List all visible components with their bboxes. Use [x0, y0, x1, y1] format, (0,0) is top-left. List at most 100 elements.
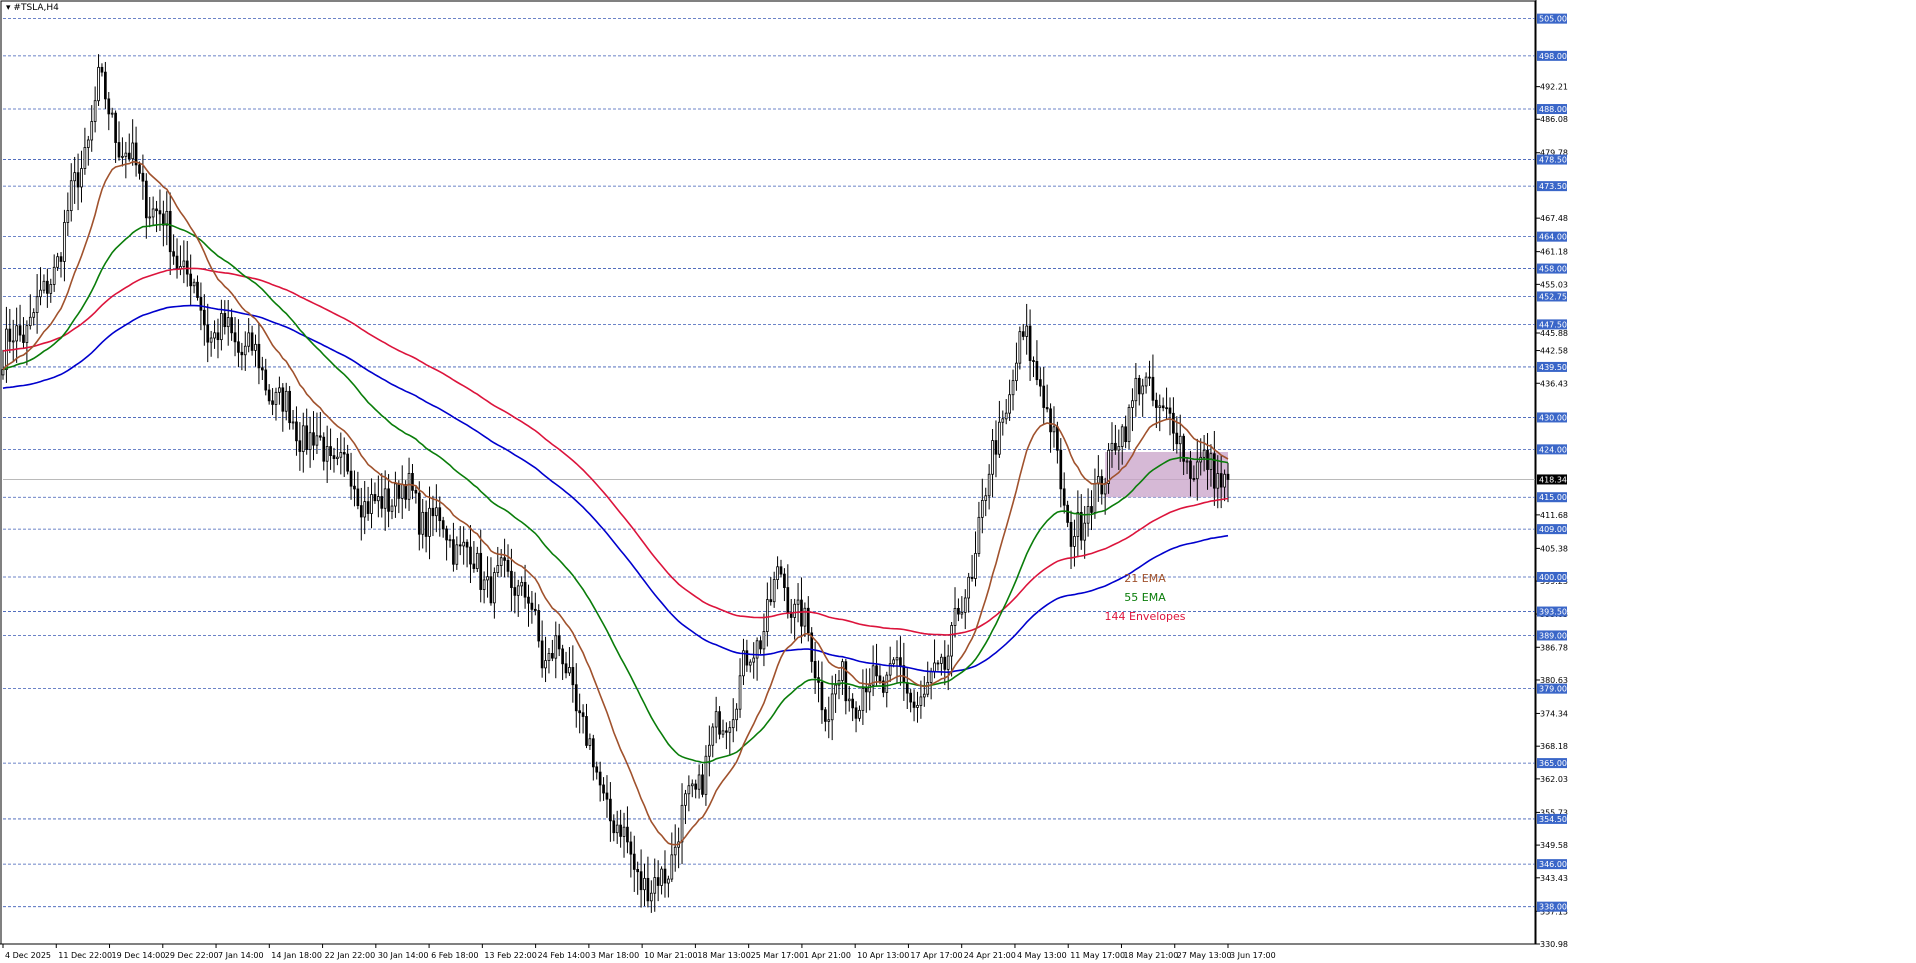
time-tick-label: 7 Jan 14:00 — [218, 951, 264, 960]
candle-body — [1011, 380, 1015, 396]
candle-body — [766, 599, 769, 632]
candle — [90, 105, 94, 152]
candle-body — [687, 785, 691, 795]
candle-body — [329, 446, 332, 457]
candle-body — [469, 546, 472, 565]
candle-body — [83, 147, 87, 169]
candle-body — [114, 112, 117, 143]
candle-body — [370, 494, 373, 514]
candle — [486, 556, 489, 598]
candle — [243, 331, 247, 371]
level-label: 415.00 — [1539, 493, 1567, 502]
candle — [377, 475, 380, 518]
price-tick-label: 486.08 — [1540, 115, 1568, 124]
price-tick-label: 467.48 — [1540, 214, 1568, 223]
candle-body — [438, 507, 442, 522]
price-chart[interactable]: 492.21486.08479.78467.48461.18455.03445.… — [0, 0, 1916, 963]
candle-body — [851, 698, 854, 709]
candle — [288, 386, 291, 430]
level-label: 488.00 — [1539, 105, 1567, 114]
candle-body — [192, 281, 196, 287]
candle-body — [39, 289, 42, 298]
candle-body — [247, 332, 251, 347]
candle-body — [1151, 376, 1155, 401]
candle-body — [260, 367, 264, 371]
candle — [858, 705, 861, 722]
candle-body — [127, 152, 131, 160]
candle-body — [663, 868, 667, 884]
candle-body — [1083, 522, 1087, 541]
candle — [151, 196, 155, 226]
price-tick-label: 445.88 — [1540, 329, 1568, 338]
candle — [786, 564, 790, 619]
candle-body — [373, 494, 377, 502]
candle-body — [1202, 449, 1206, 458]
candle-body — [878, 675, 882, 682]
candle — [469, 525, 472, 584]
candle-body — [632, 853, 636, 870]
candle-body — [564, 663, 568, 674]
candle — [319, 412, 322, 441]
candle — [1018, 326, 1022, 370]
candle — [8, 308, 12, 354]
candle — [1124, 415, 1127, 449]
candle — [39, 267, 42, 306]
time-axis: 4 Dec 2025 11 Dec 22:00 19 Dec 14:00 29 Dec… — [0, 943, 1536, 960]
candle-body — [711, 726, 715, 746]
candle — [390, 499, 394, 520]
candle — [336, 438, 339, 466]
candle — [612, 814, 616, 842]
candle-body — [557, 635, 561, 650]
candle — [796, 583, 800, 623]
candle — [745, 639, 749, 672]
candle-body — [230, 317, 233, 334]
candle-body — [93, 100, 97, 122]
candle — [994, 420, 998, 478]
price-tick-label: 386.78 — [1540, 643, 1568, 652]
candle — [144, 173, 148, 239]
candle-body — [11, 340, 15, 343]
candle — [783, 568, 786, 602]
candle — [950, 621, 953, 677]
candle — [131, 119, 135, 166]
candle-body — [602, 784, 605, 794]
candle-body — [5, 328, 8, 370]
time-tick-label: 27 May 13:00 — [1177, 951, 1232, 960]
candle — [397, 480, 401, 514]
candle — [1015, 342, 1018, 391]
candle-body — [646, 877, 650, 902]
candle-body — [844, 661, 848, 702]
candle — [916, 691, 919, 723]
candle-body — [124, 152, 128, 157]
candle — [493, 567, 496, 619]
candle — [667, 875, 670, 898]
candle-body — [1079, 512, 1083, 541]
candle-body — [1141, 385, 1145, 395]
candle-body — [431, 507, 435, 517]
time-tick-label: 10 Mar 21:00 — [644, 951, 697, 960]
candle — [1134, 363, 1138, 417]
candle — [998, 400, 1001, 458]
candle — [704, 745, 708, 806]
candle — [899, 636, 902, 686]
candle — [776, 556, 779, 590]
candle — [609, 782, 612, 842]
candle — [1052, 406, 1056, 448]
candle-body — [257, 343, 261, 369]
candle — [987, 464, 991, 510]
candle-body — [718, 711, 721, 735]
candle-body — [568, 667, 571, 674]
candle — [752, 642, 756, 679]
envelope-lower-line — [2, 304, 1229, 674]
time-tick-label: 11 May 17:00 — [1070, 951, 1125, 960]
level-label: 338.00 — [1539, 903, 1567, 912]
candle-body — [18, 325, 22, 336]
candle-body — [793, 603, 796, 618]
candle-body — [1114, 442, 1117, 451]
candle-body — [578, 710, 582, 714]
candle — [240, 342, 244, 371]
candle-body — [1021, 331, 1025, 337]
candle — [530, 590, 534, 624]
candle — [66, 192, 70, 236]
candle-body — [649, 892, 653, 902]
